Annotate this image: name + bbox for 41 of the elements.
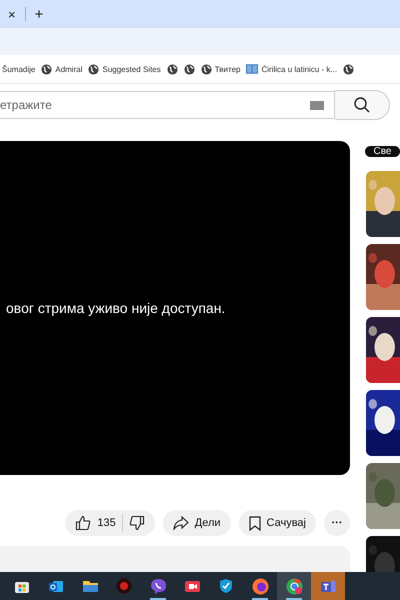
bookmark-link[interactable]: Твитер [214, 64, 240, 74]
bookmark-link[interactable]: Šumadije [2, 64, 36, 74]
shield-icon[interactable] [219, 578, 233, 594]
video-player[interactable]: овог стрима уживо није доступан. [0, 141, 350, 476]
running-indicator [150, 598, 166, 600]
globe-icon[interactable] [200, 64, 212, 74]
chat-bubble-icon[interactable] [150, 578, 166, 594]
globe-icon[interactable] [184, 64, 195, 74]
globe-icon[interactable] [166, 64, 178, 74]
save-button[interactable]: Сачувај [238, 510, 316, 536]
browser-icon[interactable] [252, 578, 268, 594]
search-field[interactable]: етражите [0, 91, 335, 119]
share-arrow-icon [172, 516, 189, 530]
folder-icon[interactable] [82, 579, 98, 593]
mail-icon[interactable] [48, 578, 64, 594]
unavailable-message: овог стрима уживо није доступан. [6, 300, 226, 316]
globe-icon[interactable] [41, 64, 52, 74]
team-chat-icon[interactable] [320, 578, 336, 594]
keyboard-icon[interactable] [310, 100, 324, 110]
book-icon[interactable] [246, 64, 258, 74]
more-button[interactable]: ··· [324, 510, 350, 536]
close-tab-button[interactable]: × [8, 6, 16, 22]
thumbs-up-icon [75, 515, 92, 532]
globe-icon[interactable] [88, 64, 100, 74]
like-button[interactable]: 135 [71, 515, 120, 532]
app-icon[interactable] [116, 578, 132, 594]
share-button[interactable]: Дели [162, 510, 231, 536]
bookmark-icon [248, 516, 261, 531]
filter-chip[interactable]: Све [365, 146, 400, 157]
bookmark-link[interactable]: Admiral [55, 64, 82, 74]
search-icon [353, 96, 371, 114]
thumbs-down-icon [128, 515, 145, 532]
camera-icon[interactable] [184, 579, 200, 593]
globe-icon[interactable] [343, 64, 354, 74]
browser-icon[interactable] [286, 578, 302, 594]
running-indicator [252, 598, 268, 600]
new-tab-button[interactable]: + [34, 6, 44, 22]
running-indicator [286, 598, 302, 600]
bookmark-link[interactable]: Ćirilica u latinicu - k... [261, 64, 338, 74]
search-button[interactable] [335, 90, 390, 120]
bookmark-link[interactable]: Suggested Sites [102, 64, 161, 74]
